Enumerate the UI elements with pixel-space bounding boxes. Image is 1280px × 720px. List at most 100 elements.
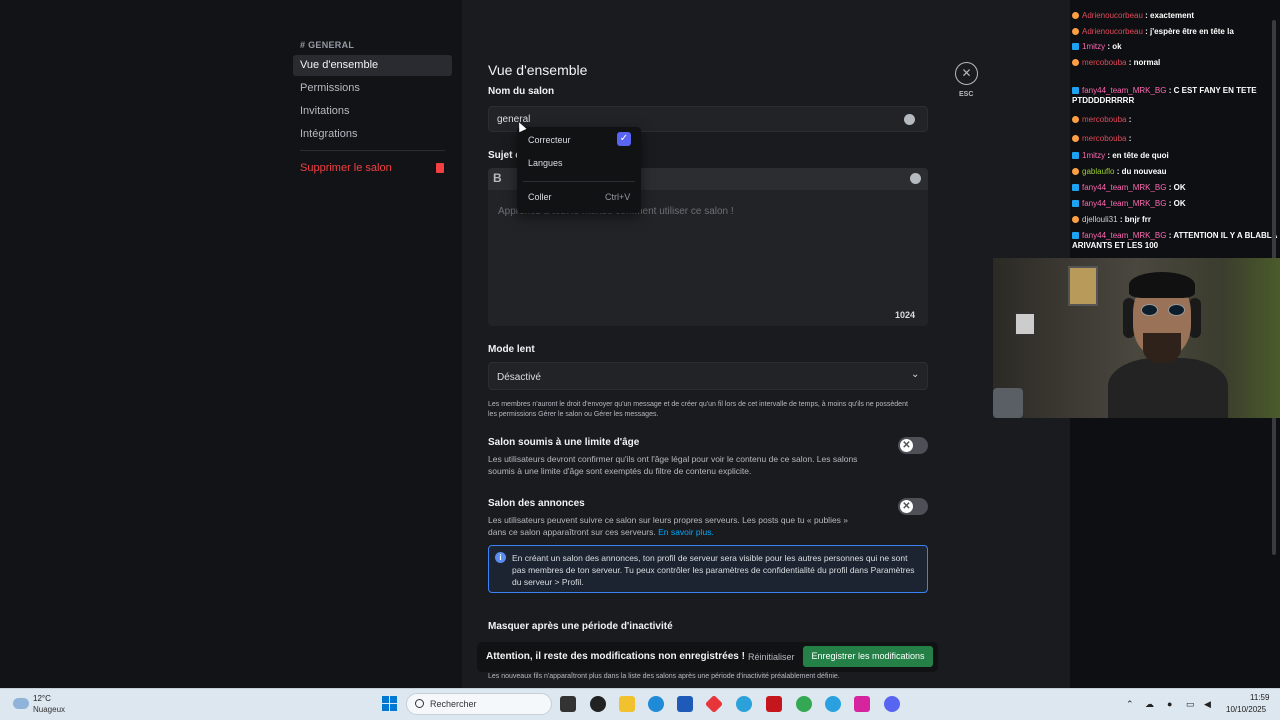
edge-icon[interactable] [648,696,664,712]
learn-more-link[interactable]: En savoir plus. [658,527,714,537]
network-icon[interactable]: ▭ [1186,699,1195,710]
trash-icon [436,163,444,173]
durag [1129,272,1195,298]
age-restricted-title: Salon soumis à une limite d'âge [488,437,640,448]
file-explorer-icon[interactable] [619,696,635,712]
sidebar-item-overview[interactable]: Vue d'ensemble [293,55,452,76]
screen: # GENERAL Vue d'ensemble Permissions Inv… [0,0,1280,720]
obs-icon[interactable] [590,696,606,712]
inactivity-title: Masquer après une période d'inactivité [488,621,673,632]
cloud-tray-icon[interactable]: ☁ [1145,699,1154,710]
badge-icon [1072,152,1079,160]
volume-icon[interactable]: ◀ [1204,699,1211,710]
sidebar-item-integrations[interactable]: Intégrations [293,124,452,145]
age-restricted-toggle[interactable]: ✕ [898,437,928,454]
wall-poster [1015,313,1035,335]
badge-icon [1072,28,1079,36]
chevron-down-icon: ⌄ [911,369,920,380]
inactivity-help: Les nouveaux fils n'apparaîtront plus da… [488,673,840,680]
reset-button[interactable]: Réinitialiser [748,652,795,662]
menu-item-paste[interactable]: Coller [528,192,552,202]
clock-time[interactable]: 11:59 [1250,693,1269,702]
weather-description[interactable]: Nuageux [33,705,65,714]
chat-username: Adrienoucorbeau [1082,27,1143,36]
microphone-icon [993,388,1023,418]
chat-message: mercobouba : normal [1072,58,1278,68]
chevron-up-icon[interactable]: ⌃ [1126,699,1134,710]
windows-start-icon[interactable] [382,696,398,712]
badge-icon [1072,168,1079,176]
delete-channel-label: Supprimer le salon [300,162,392,174]
clock-date[interactable]: 10/10/2025 [1226,705,1266,714]
menu-item-languages[interactable]: Langues [528,158,563,168]
chat-text: : bnjr frr [1117,215,1151,224]
chat-username: 1mitzy [1082,151,1106,160]
microphone-tray-icon[interactable]: ● [1167,699,1172,709]
menu-divider [523,181,635,182]
emoji-icon[interactable] [904,114,915,125]
chat-text: : ok [1105,42,1122,51]
chat-text: : [1126,115,1132,124]
chat-text: : en tête de quoi [1105,151,1169,160]
task-view-icon[interactable] [560,696,576,712]
badge-icon [1072,43,1079,51]
webcam-overlay [993,258,1280,418]
menu-item-spellcheck[interactable]: Correcteur [528,135,571,145]
toggle-off-icon: ✕ [900,500,913,513]
close-icon[interactable]: ✕ [955,62,978,85]
taskbar-search-input[interactable] [406,693,552,715]
badge-icon [1072,184,1079,192]
chat-username: fany44_team_MRK_BG [1082,183,1167,192]
page-title: Vue d'ensemble [488,62,588,78]
unsaved-notice-text: Attention, il reste des modifications no… [486,651,745,662]
weather-temperature[interactable]: 12°C [33,694,51,703]
store-icon[interactable] [677,696,693,712]
chat-username: fany44_team_MRK_BG [1082,199,1167,208]
info-icon: i [495,552,506,563]
chat-message: fany44_team_MRK_BG : OK [1072,199,1278,209]
channel-name-label: Nom du salon [488,86,555,97]
discord-icon[interactable] [884,696,900,712]
beard [1143,333,1181,363]
checkbox-checked-icon[interactable]: ✓ [617,132,631,146]
mcafee-icon[interactable] [766,696,782,712]
info-callout-text: En créant un salon des annonces, ton pro… [512,553,915,587]
cloud-icon[interactable] [13,698,29,709]
badge-icon [1072,135,1079,143]
announcement-toggle[interactable]: ✕ [898,498,928,515]
app-icon[interactable] [736,696,752,712]
chat-username: gablauflo [1082,167,1115,176]
bold-icon[interactable]: B [493,171,502,185]
chat-text: : exactement [1142,11,1195,20]
telegram-icon[interactable] [825,696,841,712]
topic-emoji-icon[interactable] [910,173,921,184]
badge-icon [1072,12,1079,20]
instagram-icon[interactable] [854,696,870,712]
chat-message: gablauflo : du nouveau [1072,167,1278,177]
toggle-off-icon: ✕ [900,439,913,452]
badge-icon [1072,59,1079,67]
paste-shortcut: Ctrl+V [605,192,631,202]
chat-message: mercobouba : [1072,134,1278,144]
save-changes-button[interactable]: Enregistrer les modifications [803,646,933,667]
badge-icon [1072,232,1079,240]
chat-message: 1mitzy : ok [1072,42,1278,52]
badge-icon [1072,116,1079,124]
chrome-icon[interactable] [796,696,812,712]
sidebar-item-invitations[interactable]: Invitations [293,101,452,122]
slowmode-label: Mode lent [488,344,535,355]
chat-message: Adrienoucorbeau : exactement [1072,11,1278,21]
announcement-desc: Les utilisateurs peuvent suivre ce salon… [488,514,868,538]
slowmode-select[interactable]: Désactivé ⌄ [488,362,928,390]
chat-text: : normal [1126,58,1161,67]
chat-text: : OK [1166,199,1186,208]
topic-char-counter: 1024 [895,310,916,320]
badge-icon [1072,87,1079,95]
chat-username: fany44_team_MRK_BG [1082,86,1167,95]
chat-message: djellouli31 : bnjr frr [1072,215,1278,225]
delete-channel-button[interactable]: Supprimer le salon [293,158,452,179]
wall-poster [1068,266,1098,306]
chat-message: 1mitzy : en tête de quoi [1072,151,1278,161]
chat-text: : OK [1166,183,1186,192]
sidebar-item-permissions[interactable]: Permissions [293,78,452,99]
